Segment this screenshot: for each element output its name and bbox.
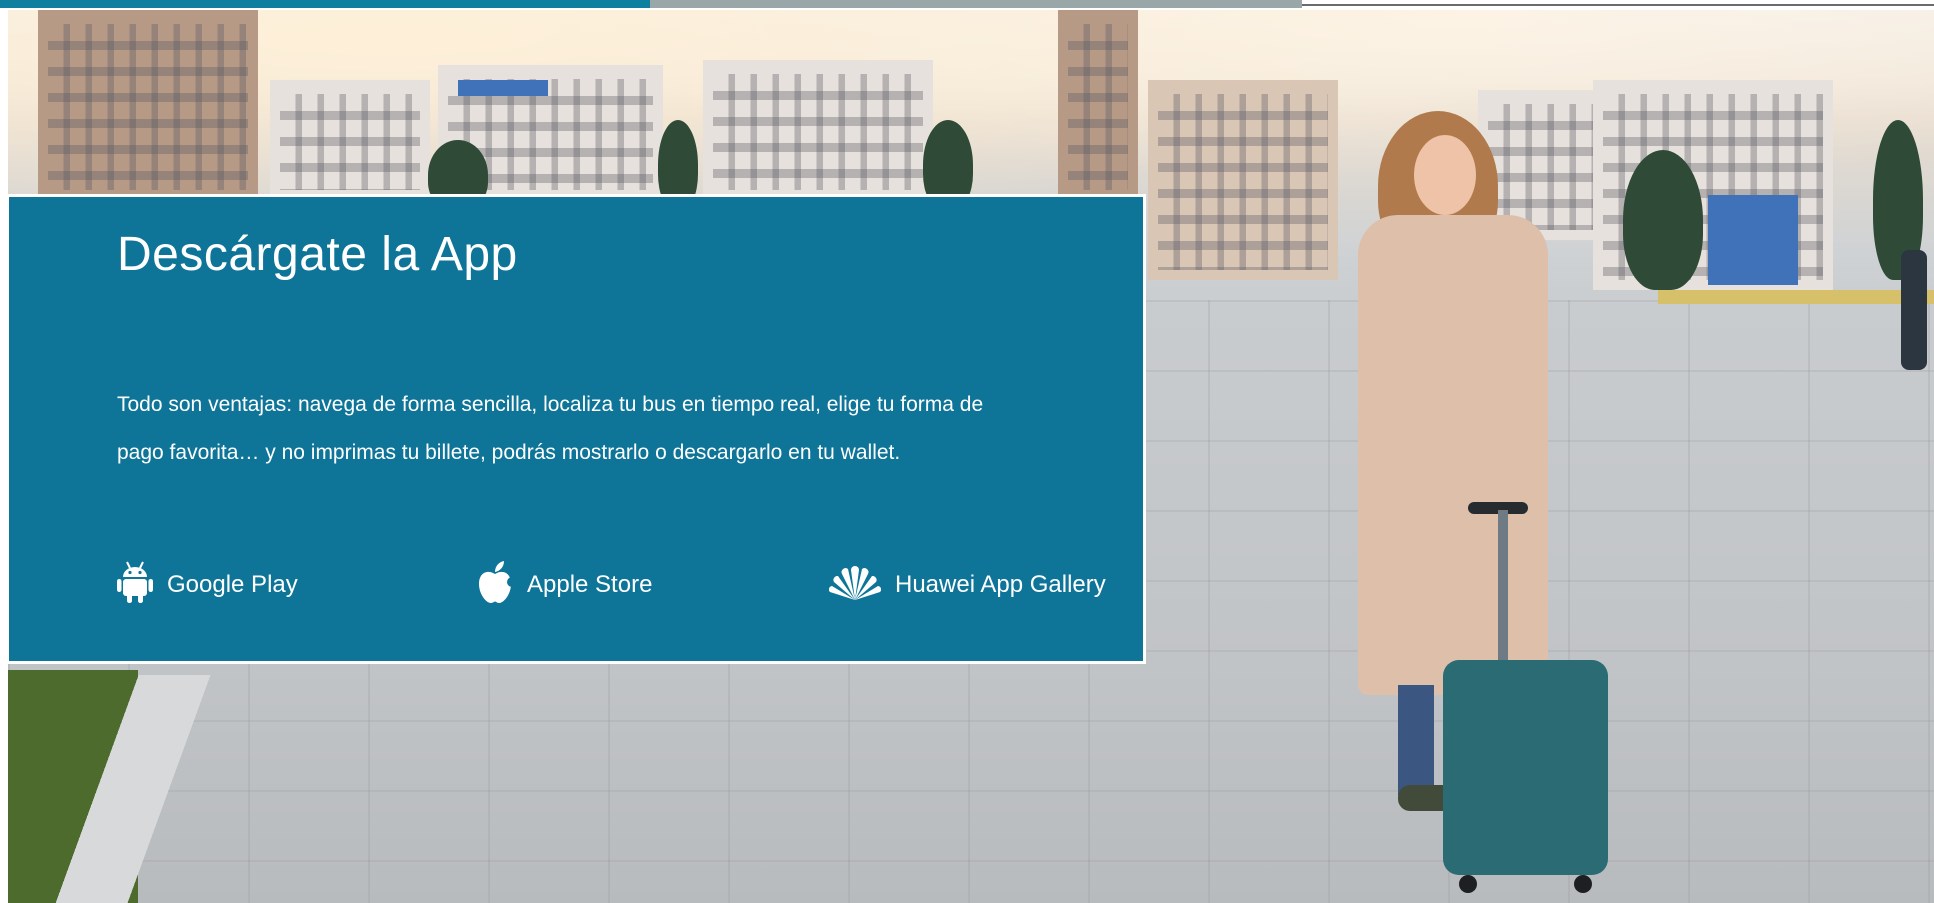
store-links: Google Play Apple Store Huawei App Galle… [117, 560, 1127, 610]
huawei-app-gallery-link[interactable]: Huawei App Gallery [828, 560, 1106, 610]
progress-segment-active [0, 0, 650, 8]
progress-segment [650, 0, 1302, 8]
building [38, 10, 258, 200]
google-play-label: Google Play [167, 571, 298, 598]
building-sign [458, 80, 548, 96]
curb [8, 675, 248, 903]
promo-description: Todo son ventajas: navega de forma senci… [117, 381, 1117, 477]
promo-title: Descárgate la App [117, 228, 518, 281]
building [1708, 195, 1798, 285]
building [270, 80, 430, 200]
huawei-icon [828, 562, 882, 609]
android-icon [117, 560, 153, 611]
top-progress-strip [0, 0, 1934, 8]
promo-description-line: Todo son ventajas: navega de forma senci… [117, 393, 984, 416]
building [1058, 10, 1138, 200]
app-download-card: Descárgate la App Todo son ventajas: nav… [6, 194, 1146, 664]
apple-store-label: Apple Store [527, 571, 653, 598]
huawei-app-gallery-label: Huawei App Gallery [895, 571, 1106, 598]
google-play-link[interactable]: Google Play [117, 560, 298, 610]
promo-description-line: pago favorita… y no imprimas tu billete,… [117, 441, 901, 464]
flowerbed [1658, 290, 1934, 304]
progress-track [1302, 4, 1934, 6]
apple-store-link[interactable]: Apple Store [477, 560, 652, 610]
suitcase [1443, 502, 1608, 893]
building [1148, 80, 1338, 280]
tree [1623, 150, 1703, 290]
background-pedestrian [1901, 250, 1927, 370]
building [703, 60, 933, 200]
apple-icon [477, 560, 517, 611]
